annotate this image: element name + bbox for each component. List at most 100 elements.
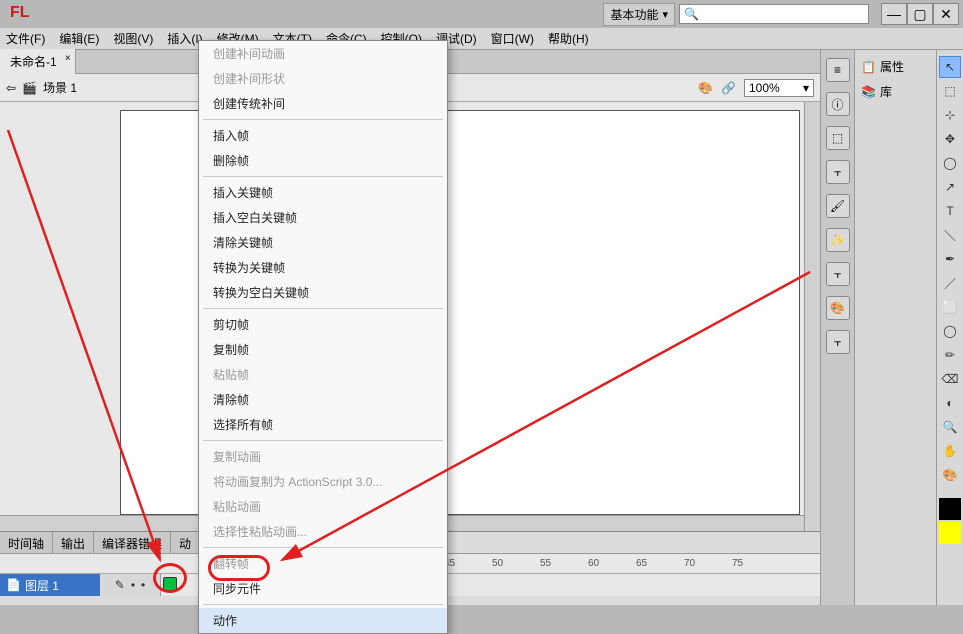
context-menu-item[interactable]: 动作 [199,608,447,633]
document-tab-label: 未命名-1 [10,55,57,69]
scene-label[interactable]: 场景 1 [43,79,77,96]
context-menu-item[interactable]: 复制帧 [199,337,447,362]
pen-tool[interactable]: ↗ [939,176,961,198]
stroke-color[interactable] [939,498,961,520]
chevron-down-icon: ▾ [803,81,809,95]
context-menu-item: 粘贴动画 [199,494,447,519]
dot-icon[interactable]: • [131,578,135,592]
search-box[interactable]: 🔍 [679,4,869,24]
context-menu-item[interactable]: 转换为空白关键帧 [199,280,447,305]
properties-panel-button[interactable]: 📋 属性 [859,56,932,77]
tab-compiler-errors[interactable]: 编译器错误 [94,532,171,553]
context-menu-item: 翻转帧 [199,551,447,576]
zoom-value: 100% [749,81,780,95]
tools-panel: ↖ ⬚ ⊹ ✥ ◯ ↗ T ＼ ✒ ／ ⬜ ◯ ✏ ⌫ ◐ 🔍 ✋ 🎨 [937,50,963,605]
scene-icon: 🎬 [22,81,37,95]
document-tab[interactable]: 未命名-1 × [0,49,76,74]
context-menu-separator [203,440,443,441]
context-menu-item[interactable]: 插入帧 [199,123,447,148]
pencil-tool[interactable]: ／ [939,272,961,294]
rectangle-tool[interactable]: ✒ [939,248,961,270]
context-menu: 创建补间动画创建补间形状创建传统补间插入帧删除帧插入关键帧插入空白关键帧清除关键… [198,40,448,634]
palette-icon[interactable]: 🎨 [826,296,850,320]
subselection-tool[interactable]: ⬚ [939,80,961,102]
minimize-button[interactable]: — [881,3,907,25]
ruler-mark: 75 [732,558,743,569]
document-tab-close-icon[interactable]: × [65,53,71,64]
library-icon: 📚 [861,85,876,99]
zoom-input[interactable]: 100% ▾ [744,79,814,97]
edit-scene-icon[interactable]: 🎨 [698,81,713,95]
hand-tool[interactable]: ✋ [939,440,961,462]
free-transform-tool[interactable]: ⊹ [939,104,961,126]
ruler-mark: 50 [492,558,503,569]
library-label: 库 [880,83,892,100]
context-menu-separator [203,119,443,120]
context-menu-item[interactable]: 清除帧 [199,387,447,412]
lasso-tool[interactable]: ◯ [939,152,961,174]
context-menu-item[interactable]: 选择所有帧 [199,412,447,437]
menu-view[interactable]: 视图(V) [113,30,153,47]
misc-icon[interactable]: ⫟ [826,330,850,354]
context-menu-separator [203,308,443,309]
deco-tool[interactable]: ◯ [939,320,961,342]
menu-help[interactable]: 帮助(H) [548,30,589,47]
context-menu-item[interactable]: 创建传统补间 [199,91,447,116]
vertical-scrollbar[interactable] [804,102,820,531]
app-icon: FL [4,4,28,24]
eraser-tool[interactable]: 🔍 [939,416,961,438]
context-menu-item[interactable]: 同步元件 [199,576,447,601]
context-menu-item[interactable]: 插入空白关键帧 [199,205,447,230]
dot-icon[interactable]: • [141,578,145,592]
back-icon[interactable]: ⇦ [6,81,16,95]
align-icon[interactable]: ⫟ [826,160,850,184]
dock-column: ≡ ⓘ ⬚ ⫟ 🖌 ✨ ⫟ 🎨 ⫟ [820,50,855,605]
side-panel: 📋 属性 📚 库 [855,50,937,605]
3d-rotation-tool[interactable]: ✥ [939,128,961,150]
dock-menu-icon[interactable]: ≡ [826,58,850,82]
context-menu-item: 复制动画 [199,444,447,469]
fill-color[interactable] [939,522,961,544]
workspace-label: 基本功能 [610,6,658,23]
edit-symbols-icon[interactable]: 🔗 [721,81,736,95]
bone-tool[interactable]: ✏ [939,344,961,366]
window-controls: — ▢ ✕ [881,3,959,25]
zoom-tool[interactable]: 🎨 [939,464,961,486]
layer-name: 图层 1 [25,577,59,594]
line-tool[interactable]: ＼ [939,224,961,246]
library-panel-button[interactable]: 📚 库 [859,81,932,102]
align2-icon[interactable]: ⫟ [826,262,850,286]
tab-timeline[interactable]: 时间轴 [0,532,53,553]
close-button[interactable]: ✕ [933,3,959,25]
brush-tool[interactable]: ⬜ [939,296,961,318]
keyframe-1[interactable] [163,577,177,591]
layer-toggles[interactable]: ✎ • • [100,574,160,596]
pen-icon[interactable]: ✎ [115,578,125,592]
properties-label: 属性 [880,58,904,75]
search-input[interactable] [699,7,864,21]
paint-bucket-tool[interactable]: ⌫ [939,368,961,390]
selection-tool[interactable]: ↖ [939,56,961,78]
context-menu-item[interactable]: 清除关键帧 [199,230,447,255]
color-icon[interactable]: ✨ [826,228,850,252]
chevron-down-icon: ▾ [662,8,668,21]
info-icon[interactable]: ⓘ [826,92,850,116]
workspace-dropdown[interactable]: 基本功能 ▾ [603,3,675,26]
context-menu-item[interactable]: 转换为关键帧 [199,255,447,280]
swatches-icon[interactable]: 🖌 [826,194,850,218]
maximize-button[interactable]: ▢ [907,3,933,25]
context-menu-item[interactable]: 删除帧 [199,148,447,173]
tab-output[interactable]: 输出 [53,532,94,553]
menu-window[interactable]: 窗口(W) [491,30,534,47]
context-menu-item: 将动画复制为 ActionScript 3.0... [199,469,447,494]
menu-file[interactable]: 文件(F) [6,30,45,47]
context-menu-item[interactable]: 插入关键帧 [199,180,447,205]
tab-motion-editor[interactable]: 动 [171,532,200,553]
layer-name-cell[interactable]: 📄 图层 1 [0,577,100,594]
menu-edit[interactable]: 编辑(E) [59,30,99,47]
text-tool[interactable]: T [939,200,961,222]
transform-icon[interactable]: ⬚ [826,126,850,150]
app-body: 未命名-1 × ⇦ 🎬 场景 1 🎨 🔗 100% ▾ [0,50,963,605]
eyedropper-tool[interactable]: ◐ [939,392,961,414]
context-menu-item[interactable]: 剪切帧 [199,312,447,337]
